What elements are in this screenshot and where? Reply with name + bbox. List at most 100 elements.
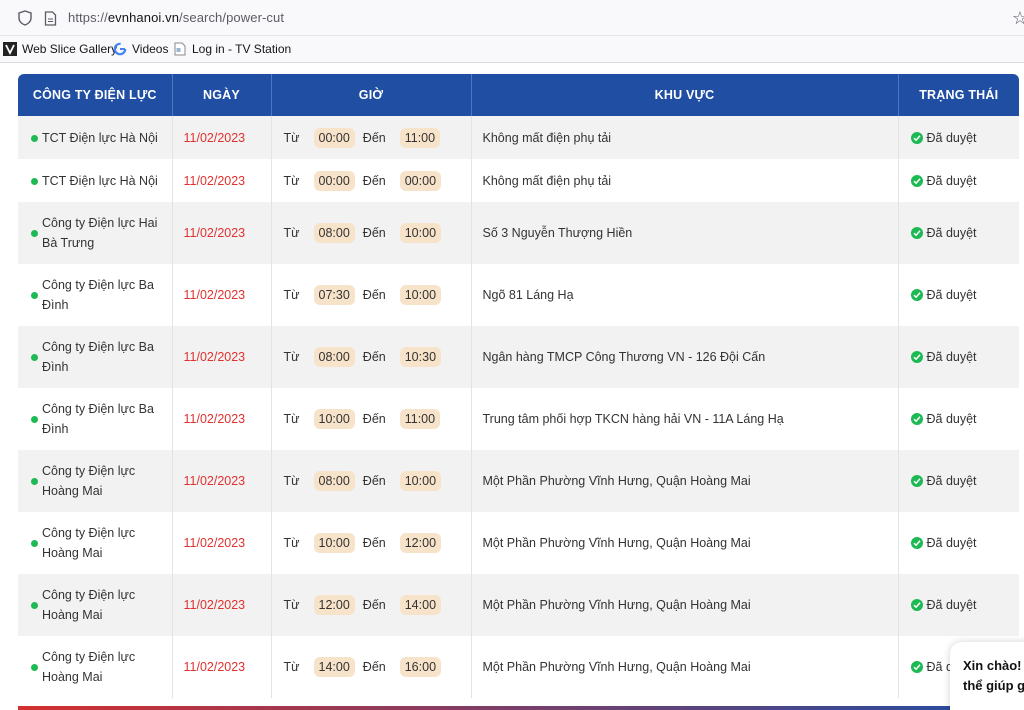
check-circle-icon xyxy=(910,227,923,239)
status-badge: Đã duyệt xyxy=(910,288,977,302)
time-from: 00:00 xyxy=(313,170,355,191)
company-name: Công ty Điện lực Ba Đình xyxy=(42,278,154,312)
date-cell: 11/02/2023 xyxy=(172,574,272,636)
date-cell: 11/02/2023 xyxy=(172,116,272,159)
from-label: Từ xyxy=(283,536,300,550)
area-cell: Ngân hàng TMCP Công Thương VN - 126 Đội … xyxy=(471,326,899,388)
area-cell: Một Phần Phường Vĩnh Hưng, Quận Hoàng Ma… xyxy=(471,450,899,512)
status-cell: Đã duyệt xyxy=(898,326,1019,388)
check-circle-icon xyxy=(910,289,923,301)
check-circle-icon xyxy=(910,599,923,611)
header-company: CÔNG TY ĐIỆN LỰC xyxy=(18,74,173,116)
bookmark-star-icon[interactable]: ☆ xyxy=(1012,8,1024,29)
bookmark-label: Web Slice Gallery xyxy=(22,42,118,56)
company-name: TCT Điện lực Hà Nội xyxy=(42,130,158,145)
to-label: Đến xyxy=(362,288,386,302)
time-to: 10:00 xyxy=(399,223,442,243)
status-badge: Đã duyệt xyxy=(910,474,977,488)
active-dot-icon xyxy=(31,602,38,609)
to-label: Đến xyxy=(362,412,386,426)
to-label: Đến xyxy=(362,173,386,188)
status-badge: Đã duyệt xyxy=(910,131,977,145)
status-badge: Đã duyệt xyxy=(910,350,977,364)
time-cell: Từ 00:00 Đến 11:00 xyxy=(271,116,472,159)
time-from: 08:00 xyxy=(313,347,355,367)
table-row: Công ty Điện lực Hai Bà Trưng 11/02/2023 T… xyxy=(18,202,1019,264)
bookmark-videos[interactable]: Videos xyxy=(113,42,168,56)
bookmark-web-slice-gallery[interactable]: Web Slice Gallery xyxy=(3,42,117,56)
table-row: Công ty Điện lực Hoàng Mai 11/02/2023 Từ 14… xyxy=(18,636,1019,698)
table-row: TCT Điện lực Hà Nội 11/02/2023 Từ 00:00 Đến 0… xyxy=(18,159,1019,202)
check-circle-icon xyxy=(910,413,923,425)
status-text: Đã duyệt xyxy=(926,598,977,612)
check-circle-icon xyxy=(910,131,923,144)
active-dot-icon xyxy=(31,230,38,237)
status-cell: Đã duyệt xyxy=(898,159,1019,202)
time-from: 14:00 xyxy=(313,657,355,677)
table-row: Công ty Điện lực Ba Đình 11/02/2023 Từ 10:0… xyxy=(18,388,1019,450)
company-cell: TCT Điện lực Hà Nội xyxy=(18,116,173,159)
time-to: 11:00 xyxy=(399,409,441,429)
company-cell: Công ty Điện lực Ba Đình xyxy=(18,388,173,450)
company-name: Công ty Điện lực Hoàng Mai xyxy=(42,526,136,560)
url-text[interactable]: https://evnhanoi.vn/search/power-cut xyxy=(68,10,284,25)
area-cell: Một Phần Phường Vĩnh Hưng, Quận Hoàng Ma… xyxy=(471,636,899,698)
status-text: Đã duyệt xyxy=(926,173,977,188)
time-to: 10:00 xyxy=(399,285,442,305)
time-cell: Từ 07:30 Đến 10:00 xyxy=(271,264,472,326)
area-cell: Một Phần Phường Vĩnh Hưng, Quận Hoàng Ma… xyxy=(471,512,899,574)
from-label: Từ xyxy=(283,130,300,145)
to-label: Đến xyxy=(362,660,386,674)
status-text: Đã duyệt xyxy=(926,536,977,550)
status-cell: Đã duyệt xyxy=(898,388,1019,450)
status-cell: Đã duyệt xyxy=(898,116,1019,159)
time-from: 00:00 xyxy=(313,127,355,148)
time-from: 10:00 xyxy=(313,533,355,553)
header-date: NGÀY xyxy=(172,74,272,116)
time-to: 10:00 xyxy=(399,471,442,491)
company-name: Công ty Điện lực Ba Đình xyxy=(42,402,154,436)
from-label: Từ xyxy=(283,173,300,188)
status-badge: Đã duyệt xyxy=(910,598,977,612)
page-icon xyxy=(174,42,186,56)
time-to: 16:00 xyxy=(399,657,442,677)
status-text: Đã duyệt xyxy=(926,474,977,488)
from-label: Từ xyxy=(283,412,300,426)
chat-widget[interactable]: Xin chào! thể giúp g xyxy=(950,642,1024,710)
footer-stripe xyxy=(18,706,1019,710)
active-dot-icon xyxy=(31,292,38,299)
area-cell: Không mất điện phụ tải xyxy=(471,116,899,159)
company-name: Công ty Điện lực Ba Đình xyxy=(42,340,154,374)
chat-message: thể giúp g xyxy=(963,678,1024,693)
status-badge: Đã duyệt xyxy=(910,226,977,240)
power-cut-table-container: CÔNG TY ĐIỆN LỰC NGÀY GIỜ KHU VỰC TRẠNG … xyxy=(18,74,1019,710)
from-label: Từ xyxy=(283,660,300,674)
url-prefix: https:// xyxy=(68,10,108,25)
table-row: Công ty Điện lực Ba Đình 11/02/2023 Từ 07:3… xyxy=(18,264,1019,326)
status-badge: Đã duyệt xyxy=(910,536,977,550)
status-text: Đã duyệt xyxy=(926,412,977,426)
time-cell: Từ 10:00 Đến 12:00 xyxy=(271,512,472,574)
from-label: Từ xyxy=(283,226,300,240)
check-circle-icon xyxy=(910,174,923,187)
status-text: Đã duyệt xyxy=(926,226,977,240)
bookmark-log-in-tv-station[interactable]: Log in - TV Station xyxy=(173,42,291,56)
header-time: GIỜ xyxy=(271,74,472,116)
date-cell: 11/02/2023 xyxy=(172,636,272,698)
date-cell: 11/02/2023 xyxy=(172,326,272,388)
active-dot-icon xyxy=(31,177,38,185)
area-cell: Ngõ 81 Láng Hạ xyxy=(471,264,899,326)
active-dot-icon xyxy=(31,354,38,361)
time-to: 14:00 xyxy=(399,595,442,615)
shield-icon[interactable] xyxy=(18,10,32,26)
time-from: 08:00 xyxy=(313,223,355,243)
to-label: Đến xyxy=(362,598,386,612)
area-cell: Số 3 Nguyễn Thượng Hiền xyxy=(471,202,899,264)
web-slice-icon xyxy=(3,42,17,56)
status-text: Đã duyệt xyxy=(926,350,977,364)
time-cell: Từ 12:00 Đến 14:00 xyxy=(271,574,472,636)
from-label: Từ xyxy=(283,350,300,364)
status-cell: Đã duyệt xyxy=(898,512,1019,574)
time-cell: Từ 08:00 Đến 10:00 xyxy=(271,202,472,264)
address-bar[interactable]: https://evnhanoi.vn/search/power-cut ☆ xyxy=(0,0,1024,36)
